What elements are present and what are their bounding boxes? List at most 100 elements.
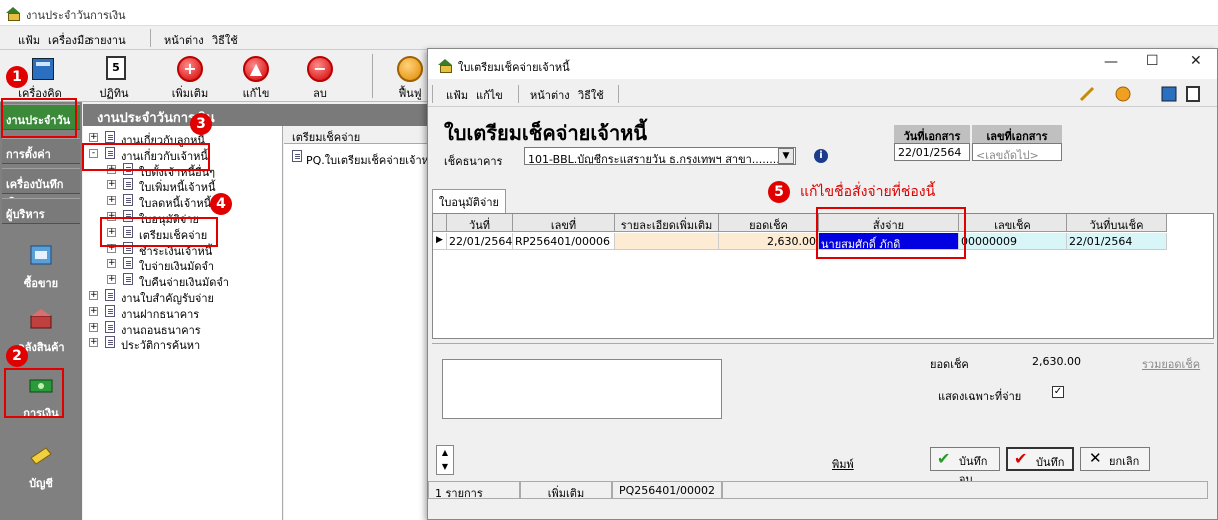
save-button[interactable]: ✔ บันทึก bbox=[1006, 447, 1074, 471]
calculator-icon[interactable] bbox=[1160, 85, 1178, 103]
calendar-icon: 5 bbox=[106, 56, 126, 80]
cell-cheque-date[interactable]: 22/01/2564 bbox=[1067, 233, 1167, 250]
col-number[interactable]: เลขที่ bbox=[513, 214, 615, 232]
status-docno: PQ256401/00002 bbox=[612, 481, 722, 499]
tree-node[interactable]: + งานใบสำคัญรับจ่าย bbox=[89, 288, 279, 305]
nav-accounting[interactable]: บัญชี bbox=[6, 438, 76, 498]
cell-details[interactable] bbox=[615, 233, 719, 250]
dialog-menu-help[interactable]: วิธีใช้ bbox=[578, 86, 604, 104]
expand-icon[interactable]: + bbox=[107, 275, 116, 285]
delete-button[interactable]: − ลบ bbox=[290, 50, 350, 100]
show-paid-only-label: แสดงเฉพาะที่จ่าย bbox=[938, 390, 1022, 403]
calendar-label: ปฏิทิน bbox=[99, 87, 129, 100]
doc-date-field[interactable]: 22/01/2564 bbox=[894, 143, 970, 161]
expand-icon[interactable]: + bbox=[89, 133, 98, 142]
save-close-button[interactable]: ✔ บันทึกจบ bbox=[930, 447, 1000, 486]
sum-cheques-link[interactable]: รวมยอดเช็ค bbox=[1142, 355, 1200, 373]
toolbar-separator bbox=[372, 54, 373, 98]
menu-separator bbox=[432, 85, 433, 103]
expand-icon[interactable]: + bbox=[89, 338, 98, 348]
calculator-icon bbox=[32, 58, 54, 80]
nav-settings[interactable]: การตั้งค่า bbox=[2, 138, 80, 164]
annotation-badge-5: 5 bbox=[768, 181, 790, 203]
annotation-note: แก้ไขชื่อสั่งจ่ายที่ช่องนี้ bbox=[800, 184, 936, 200]
add-button[interactable]: + เพิ่มเติม bbox=[160, 50, 220, 100]
expand-icon[interactable]: + bbox=[89, 306, 98, 316]
menu-reports[interactable]: รายงาน bbox=[88, 31, 126, 49]
delete-icon: − bbox=[307, 56, 333, 82]
col-details[interactable]: รายละเอียดเพิ่มเติม bbox=[615, 214, 719, 232]
refresh-icon bbox=[397, 56, 423, 82]
menu-file[interactable]: แฟ้ม bbox=[18, 31, 40, 49]
expand-icon[interactable]: + bbox=[89, 322, 98, 332]
col-date[interactable]: วันที่ bbox=[447, 214, 513, 232]
expand-icon[interactable]: + bbox=[107, 196, 116, 206]
minimize-icon[interactable]: — bbox=[1104, 54, 1118, 70]
calendar-icon[interactable] bbox=[1184, 85, 1202, 103]
edit-pencil-icon[interactable] bbox=[1078, 85, 1096, 103]
doc-date-value: 22/01/2564 bbox=[898, 146, 962, 159]
tree-node[interactable]: + ใบคืนจ่ายเงินมัดจำ bbox=[107, 272, 279, 289]
dialog-house-icon bbox=[438, 59, 452, 73]
nav-cash-register[interactable]: เครื่องบันทึกเงิน bbox=[2, 168, 80, 209]
calendar-button[interactable]: 5 ปฏิทิน bbox=[84, 50, 144, 100]
close-icon[interactable]: ✕ bbox=[1190, 53, 1202, 69]
list-item[interactable]: PQ.ใบเตรียมเช็คจ่ายเจ้าหนี้ bbox=[292, 150, 432, 165]
cell-date[interactable]: 22/01/2564 bbox=[447, 233, 513, 250]
annotation-badge-3: 3 bbox=[190, 113, 212, 135]
maximize-icon[interactable]: ☐ bbox=[1146, 53, 1159, 69]
check-icon: ✔ bbox=[937, 449, 951, 468]
tree-node[interactable]: + งานฝากธนาคาร bbox=[89, 304, 279, 321]
annotation-box-finance bbox=[4, 368, 64, 418]
divider bbox=[432, 343, 1214, 344]
expand-icon[interactable]: + bbox=[107, 180, 116, 190]
list-panel bbox=[284, 126, 428, 520]
bank-combo[interactable]: 101-BBL.บัญชีกระแสรายวัน ธ.กรุงเทพฯ สาขา… bbox=[524, 147, 796, 165]
refresh-icon[interactable] bbox=[1114, 85, 1132, 103]
row-indicator-header bbox=[433, 214, 447, 232]
tree-node[interactable]: + ใบเพิ่มหนี้เจ้าหนี้ bbox=[107, 177, 279, 194]
note-textarea[interactable] bbox=[442, 359, 722, 419]
delete-label: ลบ bbox=[313, 87, 327, 100]
info-icon[interactable]: i bbox=[814, 149, 828, 163]
chevron-down-icon[interactable]: ▼ bbox=[778, 148, 794, 164]
scroll-spinner[interactable]: ▲ ▼ bbox=[436, 445, 454, 475]
cancel-x-icon: ✕ bbox=[1089, 449, 1102, 467]
tree-node[interactable]: + ใบลดหนี้เจ้าหนี้ bbox=[107, 193, 279, 210]
cell-cheque-no[interactable]: 00000009 bbox=[959, 233, 1067, 250]
menu-help[interactable]: วิธีใช้ bbox=[212, 31, 238, 49]
tab-approvals[interactable]: ใบอนุมัติจ่าย bbox=[432, 189, 506, 214]
dialog-menu-file[interactable]: แฟ้ม bbox=[446, 86, 468, 104]
menu-separator bbox=[618, 85, 619, 103]
doc-no-placeholder: <เลขถัดไป> bbox=[976, 149, 1039, 161]
annotation-box-payee bbox=[816, 207, 966, 259]
cell-number[interactable]: RP256401/00006 bbox=[513, 233, 615, 250]
add-label: เพิ่มเติม bbox=[171, 87, 209, 100]
dialog-menu-edit[interactable]: แก้ไข bbox=[476, 86, 503, 104]
dialog-menu-window[interactable]: หน้าต่าง bbox=[530, 86, 570, 104]
edit-button[interactable]: ▲ แก้ไข bbox=[226, 50, 286, 100]
col-cheque-date[interactable]: วันที่บนเช็ค bbox=[1067, 214, 1167, 232]
cell-amount[interactable]: 2,630.00 bbox=[719, 233, 819, 250]
nav-trading[interactable]: ซื้อขาย bbox=[6, 238, 76, 298]
tree-node[interactable]: + ประวัติการค้นหา bbox=[89, 335, 279, 352]
nav-management[interactable]: ผู้บริหาร bbox=[2, 198, 80, 224]
print-link[interactable]: พิมพ์ bbox=[832, 455, 854, 473]
col-cheque-no[interactable]: เลขเช็ค bbox=[959, 214, 1067, 232]
tree-node[interactable]: + งานถอนธนาคาร bbox=[89, 320, 279, 337]
document-icon bbox=[123, 257, 133, 270]
trading-label: ซื้อขาย bbox=[23, 277, 59, 290]
menu-separator bbox=[518, 85, 519, 103]
menu-window[interactable]: หน้าต่าง bbox=[164, 31, 204, 49]
col-amount[interactable]: ยอดเช็ค bbox=[719, 214, 819, 232]
doc-no-field[interactable]: <เลขถัดไป> bbox=[972, 143, 1062, 161]
show-paid-only-checkbox[interactable]: ✓ bbox=[1052, 386, 1064, 398]
menu-tools[interactable]: เครื่องมือ bbox=[48, 31, 91, 49]
cancel-button[interactable]: ✕ ยกเลิก bbox=[1080, 447, 1150, 471]
expand-icon[interactable]: + bbox=[107, 259, 116, 269]
left-navigation: งานประจำวัน การตั้งค่า เครื่องบันทึกเงิน… bbox=[0, 102, 82, 520]
tree-node[interactable]: + ใบจ่ายเงินมัดจำ bbox=[107, 256, 279, 273]
tree-header: งานประจำวันการเงิน bbox=[83, 104, 428, 126]
tree-node-label: ประวัติการค้นหา bbox=[121, 339, 201, 353]
expand-icon[interactable]: + bbox=[89, 291, 98, 300]
